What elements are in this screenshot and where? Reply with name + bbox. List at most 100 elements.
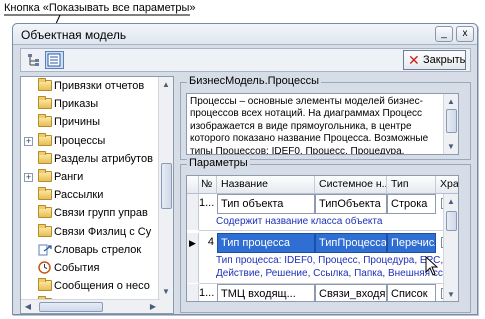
row-indicator[interactable]: ▶ xyxy=(187,233,199,283)
col-header-system-name[interactable]: Системное н... xyxy=(315,176,387,194)
cell-system-name[interactable]: ТипОбъекта xyxy=(315,194,387,214)
tree-item-label: Словарь стрелок xyxy=(54,243,142,256)
folder-icon xyxy=(38,278,52,292)
tree-item[interactable]: Причины xyxy=(21,113,160,131)
expand-icon[interactable]: + xyxy=(24,136,33,146)
cell-name[interactable]: Тип объекта xyxy=(217,194,315,214)
tree-vertical-scrollbar[interactable]: ▲ ▼ xyxy=(158,77,173,313)
row-description: Тип процесса: IDEF0, Процесс, Процедура,… xyxy=(216,255,444,266)
parameters-grid[interactable]: № Название Системное н... Тип Хра... 1..… xyxy=(186,175,459,302)
tree-item-label: Рассылки xyxy=(54,189,104,202)
row-number: 1... xyxy=(199,197,215,209)
arrow-dictionary-icon xyxy=(38,244,52,256)
tree-item[interactable]: Статистики имитац xyxy=(21,313,160,314)
window-title: Объектная модель xyxy=(21,28,127,42)
tree-item[interactable]: Связи групп управ xyxy=(21,204,160,222)
tree-item-label: Привязки отчетов xyxy=(54,80,145,92)
folder-icon xyxy=(38,168,52,182)
folder-icon xyxy=(38,96,52,110)
toolbar: ✕ Закрыть xyxy=(20,48,471,72)
class-tree[interactable]: Привязки отчетов Приказы Причины + Процессы Р… xyxy=(20,76,174,314)
row-number: 1... xyxy=(199,287,215,299)
folder-icon xyxy=(38,132,52,146)
tree-item[interactable]: Словарь стрелок xyxy=(21,241,160,259)
tree-item[interactable]: События xyxy=(21,259,160,277)
close-button-label: Закрыть xyxy=(423,54,466,66)
hierarchy-button[interactable] xyxy=(24,51,43,69)
tree-item[interactable]: + Процессы xyxy=(21,132,160,150)
object-model-window: Объектная модель _ x ✕ Закрыть Привязки … xyxy=(12,23,478,315)
cell-type[interactable]: Строка xyxy=(387,194,436,214)
tree-item[interactable]: Привязки отчетов xyxy=(21,77,160,95)
tree-item[interactable]: Приказы xyxy=(21,95,160,113)
col-header-stored[interactable]: Хра... xyxy=(436,176,458,194)
grid-scroll-up-icon[interactable]: ▲ xyxy=(444,194,458,209)
tree-scroll-thumb[interactable] xyxy=(161,163,172,209)
row-indicator[interactable] xyxy=(187,194,199,230)
scroll-down-arrow-icon[interactable]: ▼ xyxy=(159,284,173,299)
grid-scroll-thumb[interactable] xyxy=(446,211,457,231)
window-close-button[interactable]: x xyxy=(456,26,474,42)
tree-item-label: Связи групп управ xyxy=(54,207,148,220)
close-button[interactable]: ✕ Закрыть xyxy=(403,50,466,70)
close-icon: ✕ xyxy=(408,52,420,68)
folder-icon xyxy=(38,150,52,164)
parameters-group: Параметры № Название Системное н... Тип … xyxy=(180,157,471,313)
description-group: БизнесМодель.Процессы Процессы – основны… xyxy=(180,75,471,160)
folder-icon xyxy=(38,223,52,237)
tree-horizontal-scrollbar[interactable]: ◀ ▶ xyxy=(21,299,160,313)
cell-type[interactable]: Перечисление xyxy=(387,233,436,253)
callout-label: Кнопка «Показывать все параметры» xyxy=(4,2,196,14)
col-header-num[interactable]: № xyxy=(199,176,217,194)
mouse-cursor-icon xyxy=(425,256,439,276)
cell-name[interactable]: Тип процесса xyxy=(217,233,315,253)
description-group-label: БизнесМодель.Процессы xyxy=(187,75,321,87)
tree-item-label: Причины xyxy=(54,116,101,129)
col-header-type[interactable]: Тип xyxy=(387,176,436,194)
cell-name[interactable]: ТМЦ входящ... xyxy=(217,284,315,301)
minimize-button[interactable]: _ xyxy=(435,26,453,42)
grid-scroll-down-icon[interactable]: ▼ xyxy=(444,287,458,301)
tree-item-label: Сообщения о несо xyxy=(54,280,150,293)
tree-hscroll-thumb[interactable] xyxy=(39,302,103,312)
folder-icon xyxy=(38,187,52,201)
scroll-left-arrow-icon[interactable]: ◀ xyxy=(21,299,35,313)
tree-item[interactable]: Связи Физлиц с Су xyxy=(21,223,160,241)
scroll-up-arrow-icon[interactable]: ▲ xyxy=(159,77,173,92)
description-box: Процессы – основные элементы моделей биз… xyxy=(186,93,459,155)
desc-scroll-down-icon[interactable]: ▼ xyxy=(444,139,458,154)
tree-item-label: Процессы xyxy=(54,134,106,147)
title-bar: Объектная модель _ x xyxy=(13,24,477,45)
row-description: Действие, Решение, Ссылка, Папка, Внешня… xyxy=(216,268,459,279)
tree-item-label: Приказы xyxy=(54,98,99,111)
expand-icon[interactable]: + xyxy=(24,172,33,182)
scroll-right-arrow-icon[interactable]: ▶ xyxy=(146,299,160,313)
parameters-scrollbar[interactable]: ▲ ▼ xyxy=(443,194,458,301)
desc-scroll-thumb[interactable] xyxy=(446,109,457,133)
tree-item[interactable]: Рассылки xyxy=(21,186,160,204)
row-indicator-header xyxy=(187,176,199,194)
tree-item[interactable]: + Ранги xyxy=(21,168,160,186)
folder-icon xyxy=(38,114,52,128)
row-description: Содержит название класса объекта xyxy=(216,216,383,227)
folder-icon xyxy=(38,205,52,219)
cell-system-name[interactable]: Связи_входя... xyxy=(315,284,387,301)
tree-item-label: Ранги xyxy=(54,170,84,183)
hierarchy-icon xyxy=(28,54,39,66)
tree-item[interactable]: Разделы атрибутов xyxy=(21,150,160,168)
tree-item-label: Разделы атрибутов xyxy=(54,152,153,165)
description-text: Процессы – основные элементы моделей биз… xyxy=(190,96,429,155)
cell-system-name[interactable]: ТипПроцесса xyxy=(315,233,387,253)
col-header-name[interactable]: Название xyxy=(217,176,315,194)
clock-icon xyxy=(38,261,52,274)
description-scrollbar[interactable]: ▲ ▼ xyxy=(443,94,458,154)
cell-type[interactable]: Список xyxy=(387,284,436,301)
folder-icon xyxy=(38,78,52,91)
row-indicator[interactable] xyxy=(187,284,199,301)
desc-scroll-up-icon[interactable]: ▲ xyxy=(444,94,458,109)
tree-item-label: События xyxy=(54,261,100,274)
show-all-params-button[interactable] xyxy=(45,51,64,69)
row-number: 4 xyxy=(207,236,214,248)
show-all-params-icon xyxy=(47,53,61,67)
tree-item[interactable]: Сообщения о несо xyxy=(21,277,160,295)
